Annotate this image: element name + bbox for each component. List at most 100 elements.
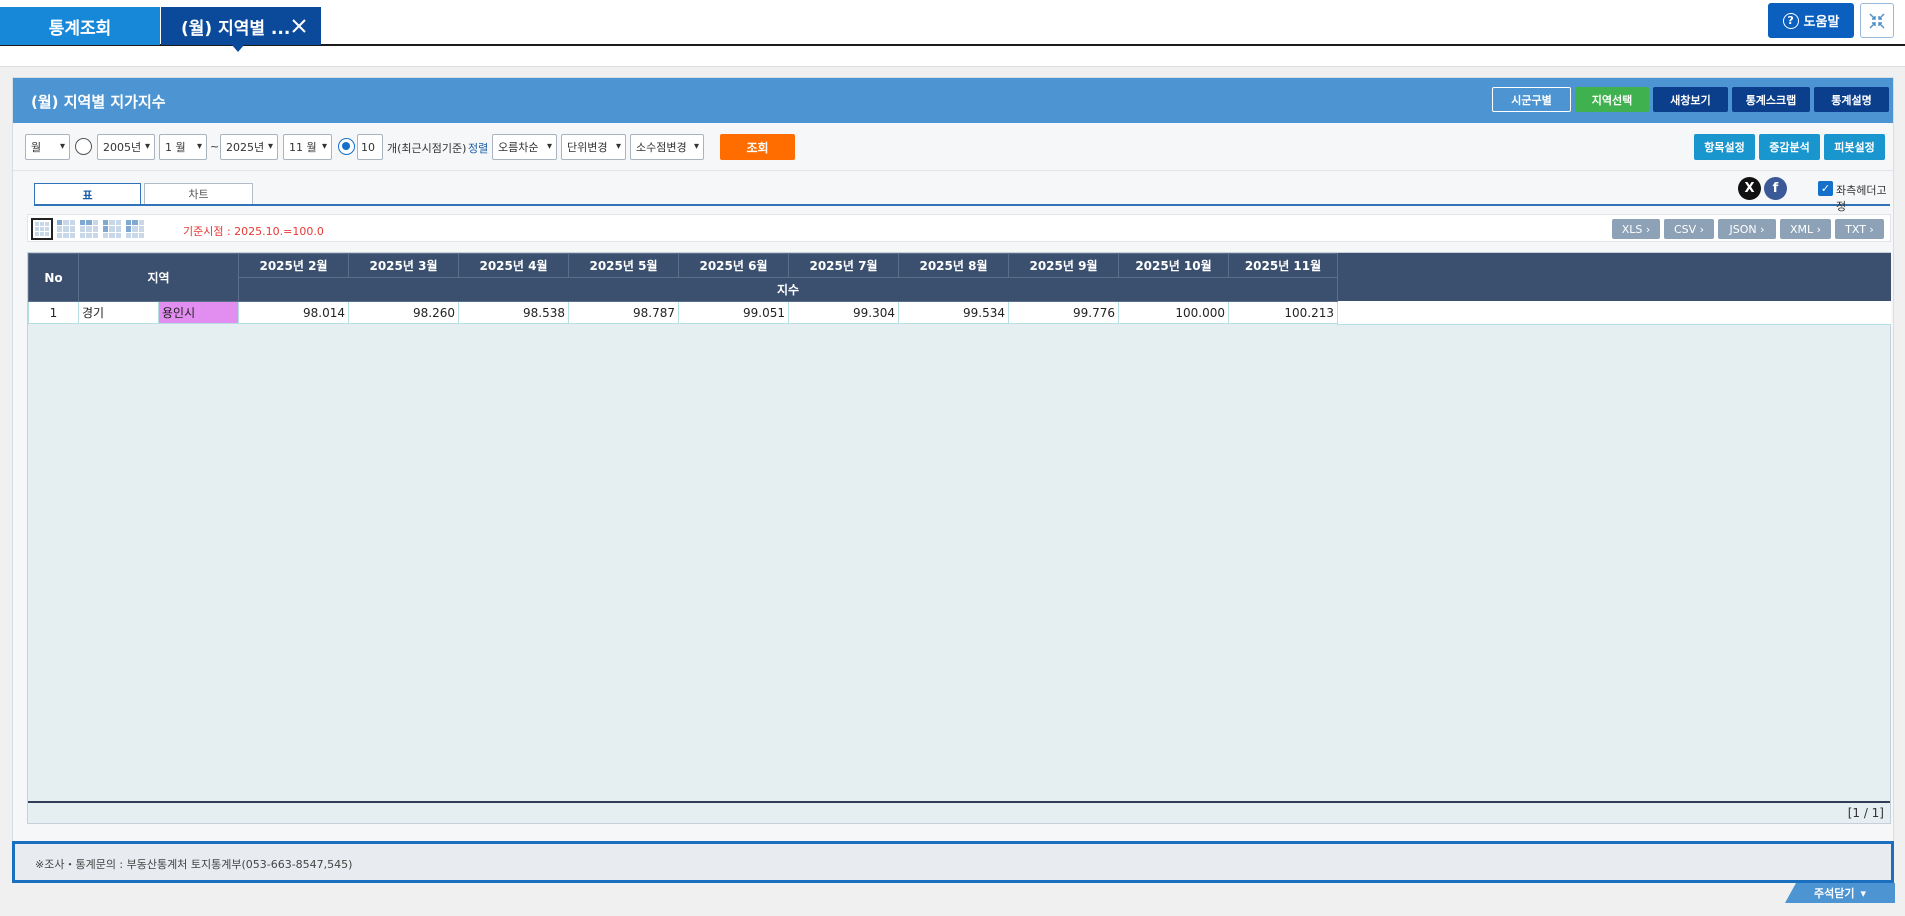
cell-value: 99.304 <box>788 301 899 324</box>
export-xls-button[interactable]: XLS › <box>1612 219 1660 239</box>
col-header-month[interactable]: 2025년 4월 <box>458 253 569 278</box>
active-tab-pointer <box>232 45 244 52</box>
col-header-month[interactable]: 2025년 5월 <box>568 253 679 278</box>
collapse-arrows-icon <box>1869 13 1885 28</box>
layout-2-icon[interactable] <box>55 218 77 240</box>
pivot-settings-button[interactable]: 피봇설정 <box>1824 134 1885 160</box>
search-button[interactable]: 조회 <box>720 134 795 160</box>
col-header-no: No <box>28 253 79 302</box>
recent-label: 개(최근시점기준) <box>387 142 467 155</box>
range-radio[interactable] <box>75 138 92 155</box>
cell-region-city[interactable]: 용인시 <box>158 301 239 324</box>
sort-select[interactable]: 오름차순 ▾ <box>492 134 557 160</box>
end-month-value: 11 월 <box>289 141 317 154</box>
col-header-month[interactable]: 2025년 2월 <box>238 253 349 278</box>
help-label: 도움말 <box>1803 15 1840 30</box>
item-settings-button[interactable]: 항목설정 <box>1694 134 1755 160</box>
export-xml-label: XML <box>1789 222 1814 236</box>
region-select-button[interactable]: 지역선택 <box>1575 87 1649 112</box>
cell-value: 98.538 <box>458 301 569 324</box>
cell-value: 99.051 <box>678 301 789 324</box>
close-icon[interactable] <box>289 16 309 36</box>
layout-1-icon[interactable] <box>31 218 53 240</box>
sort-value: 오름차순 <box>498 141 539 154</box>
layout-5-icon[interactable] <box>124 218 146 240</box>
layout-3-icon[interactable] <box>78 218 100 240</box>
chevron-down-icon: ▾ <box>693 141 699 152</box>
cell-value: 98.787 <box>568 301 679 324</box>
grid-footer: [1 / 1] <box>28 801 1890 823</box>
recent-count-input[interactable]: 10 <box>357 134 383 160</box>
cell-value: 100.213 <box>1228 301 1338 324</box>
export-csv-label: CSV <box>1673 222 1697 236</box>
layout-4-icon[interactable] <box>101 218 123 240</box>
district-button[interactable]: 시군구별 <box>1492 87 1571 112</box>
cell-value: 98.260 <box>348 301 459 324</box>
export-txt-button[interactable]: TXT › <box>1835 219 1884 239</box>
col-header-month[interactable]: 2025년 7월 <box>788 253 899 278</box>
description-button[interactable]: 통계설명 <box>1814 87 1889 112</box>
chevron-down-icon: ▾ <box>59 141 65 152</box>
tab-statistics-query[interactable]: 통계조회 <box>0 7 160 45</box>
cell-no: 1 <box>28 301 79 324</box>
recent-radio[interactable] <box>338 138 355 155</box>
col-header-month[interactable]: 2025년 11월 <box>1228 253 1338 278</box>
change-analysis-button[interactable]: 증감분석 <box>1759 134 1820 160</box>
page-indicator: [1 / 1] <box>1847 806 1884 820</box>
col-header-month[interactable]: 2025년 8월 <box>898 253 1009 278</box>
col-header-month[interactable]: 2025년 10월 <box>1118 253 1229 278</box>
export-json-label: JSON <box>1729 222 1757 236</box>
tab-label: (월) 지역별 ... <box>181 18 291 39</box>
filter-row: 월 ▾ 2005년 ▾ 1 월 ▾ ~ 2025년 ▾ 11 월 ▾ 10 개(최근시점기… <box>13 123 1893 171</box>
chevron-down-icon: ▾ <box>144 141 150 152</box>
tab-chart[interactable]: 차트 <box>144 183 253 205</box>
inquiry-notice: ※조사・통계문의 : 부동산통계처 토지통계부(053-663-8547,545… <box>12 841 1894 883</box>
chevron-down-icon: ▾ <box>267 141 273 152</box>
col-header-month[interactable]: 2025년 9월 <box>1008 253 1119 278</box>
tab-table[interactable]: 표 <box>34 183 141 205</box>
col-header-month[interactable]: 2025년 3월 <box>348 253 459 278</box>
facebook-share-icon[interactable]: f <box>1764 177 1787 200</box>
tab-regional-land-index[interactable]: (월) 지역별 ... <box>161 7 321 45</box>
unit-value: 단위변경 <box>567 141 608 154</box>
col-subheader-index: 지수 <box>238 277 1338 302</box>
end-year-select[interactable]: 2025년 ▾ <box>220 134 278 160</box>
cell-value: 98.014 <box>238 301 349 324</box>
start-year-select[interactable]: 2005년 ▾ <box>97 134 155 160</box>
sort-label: 정렬 <box>468 142 489 155</box>
data-grid: No 지역 2025년 2월 2025년 3월 2025년 4월 2025년 5… <box>27 252 1891 824</box>
triangle-down-icon: ▾ <box>1860 886 1866 900</box>
x-share-icon[interactable]: X <box>1738 177 1761 200</box>
export-json-button[interactable]: JSON › <box>1718 219 1776 239</box>
decimal-value: 소수점변경 <box>636 141 687 154</box>
collapse-view-button[interactable] <box>1860 3 1894 38</box>
end-month-select[interactable]: 11 월 ▾ <box>283 134 332 160</box>
range-tilde: ~ <box>210 140 220 153</box>
scrap-button[interactable]: 통계스크랩 <box>1732 87 1810 112</box>
export-xml-button[interactable]: XML › <box>1780 219 1831 239</box>
close-notes-button[interactable]: 주석닫기 ▾ <box>1785 883 1895 903</box>
new-window-button[interactable]: 새창보기 <box>1653 87 1728 112</box>
period-value: 월 <box>31 141 42 154</box>
chevron-down-icon: ▾ <box>321 141 327 152</box>
unit-select[interactable]: 단위변경 ▾ <box>561 134 626 160</box>
export-txt-label: TXT <box>1845 222 1866 236</box>
question-icon: ? <box>1782 12 1799 29</box>
table-toolbar: 기준시점 : 2025.10.=100.0 XLS › CSV › JSON ›… <box>27 214 1891 242</box>
cell-value: 99.776 <box>1008 301 1119 324</box>
table-row[interactable]: 1 경기 용인시 98.014 98.260 98.538 98.787 99.… <box>28 301 1338 324</box>
close-notes-label: 주석닫기 <box>1813 887 1855 900</box>
row-filler <box>1337 301 1891 325</box>
export-csv-button[interactable]: CSV › <box>1664 219 1714 239</box>
period-select[interactable]: 월 ▾ <box>25 134 70 160</box>
help-button[interactable]: ? 도움말 <box>1768 3 1854 38</box>
start-month-select[interactable]: 1 월 ▾ <box>159 134 207 160</box>
cell-value: 100.000 <box>1118 301 1229 324</box>
chevron-down-icon: ▾ <box>196 141 202 152</box>
cell-value: 99.534 <box>898 301 1009 324</box>
decimal-select[interactable]: 소수점변경 ▾ <box>630 134 704 160</box>
base-period-note: 기준시점 : 2025.10.=100.0 <box>183 225 324 238</box>
fix-header-checkbox[interactable]: ✓ <box>1818 181 1833 196</box>
col-header-month[interactable]: 2025년 6월 <box>678 253 789 278</box>
panel-title: (월) 지역별 지가지수 <box>31 93 166 111</box>
